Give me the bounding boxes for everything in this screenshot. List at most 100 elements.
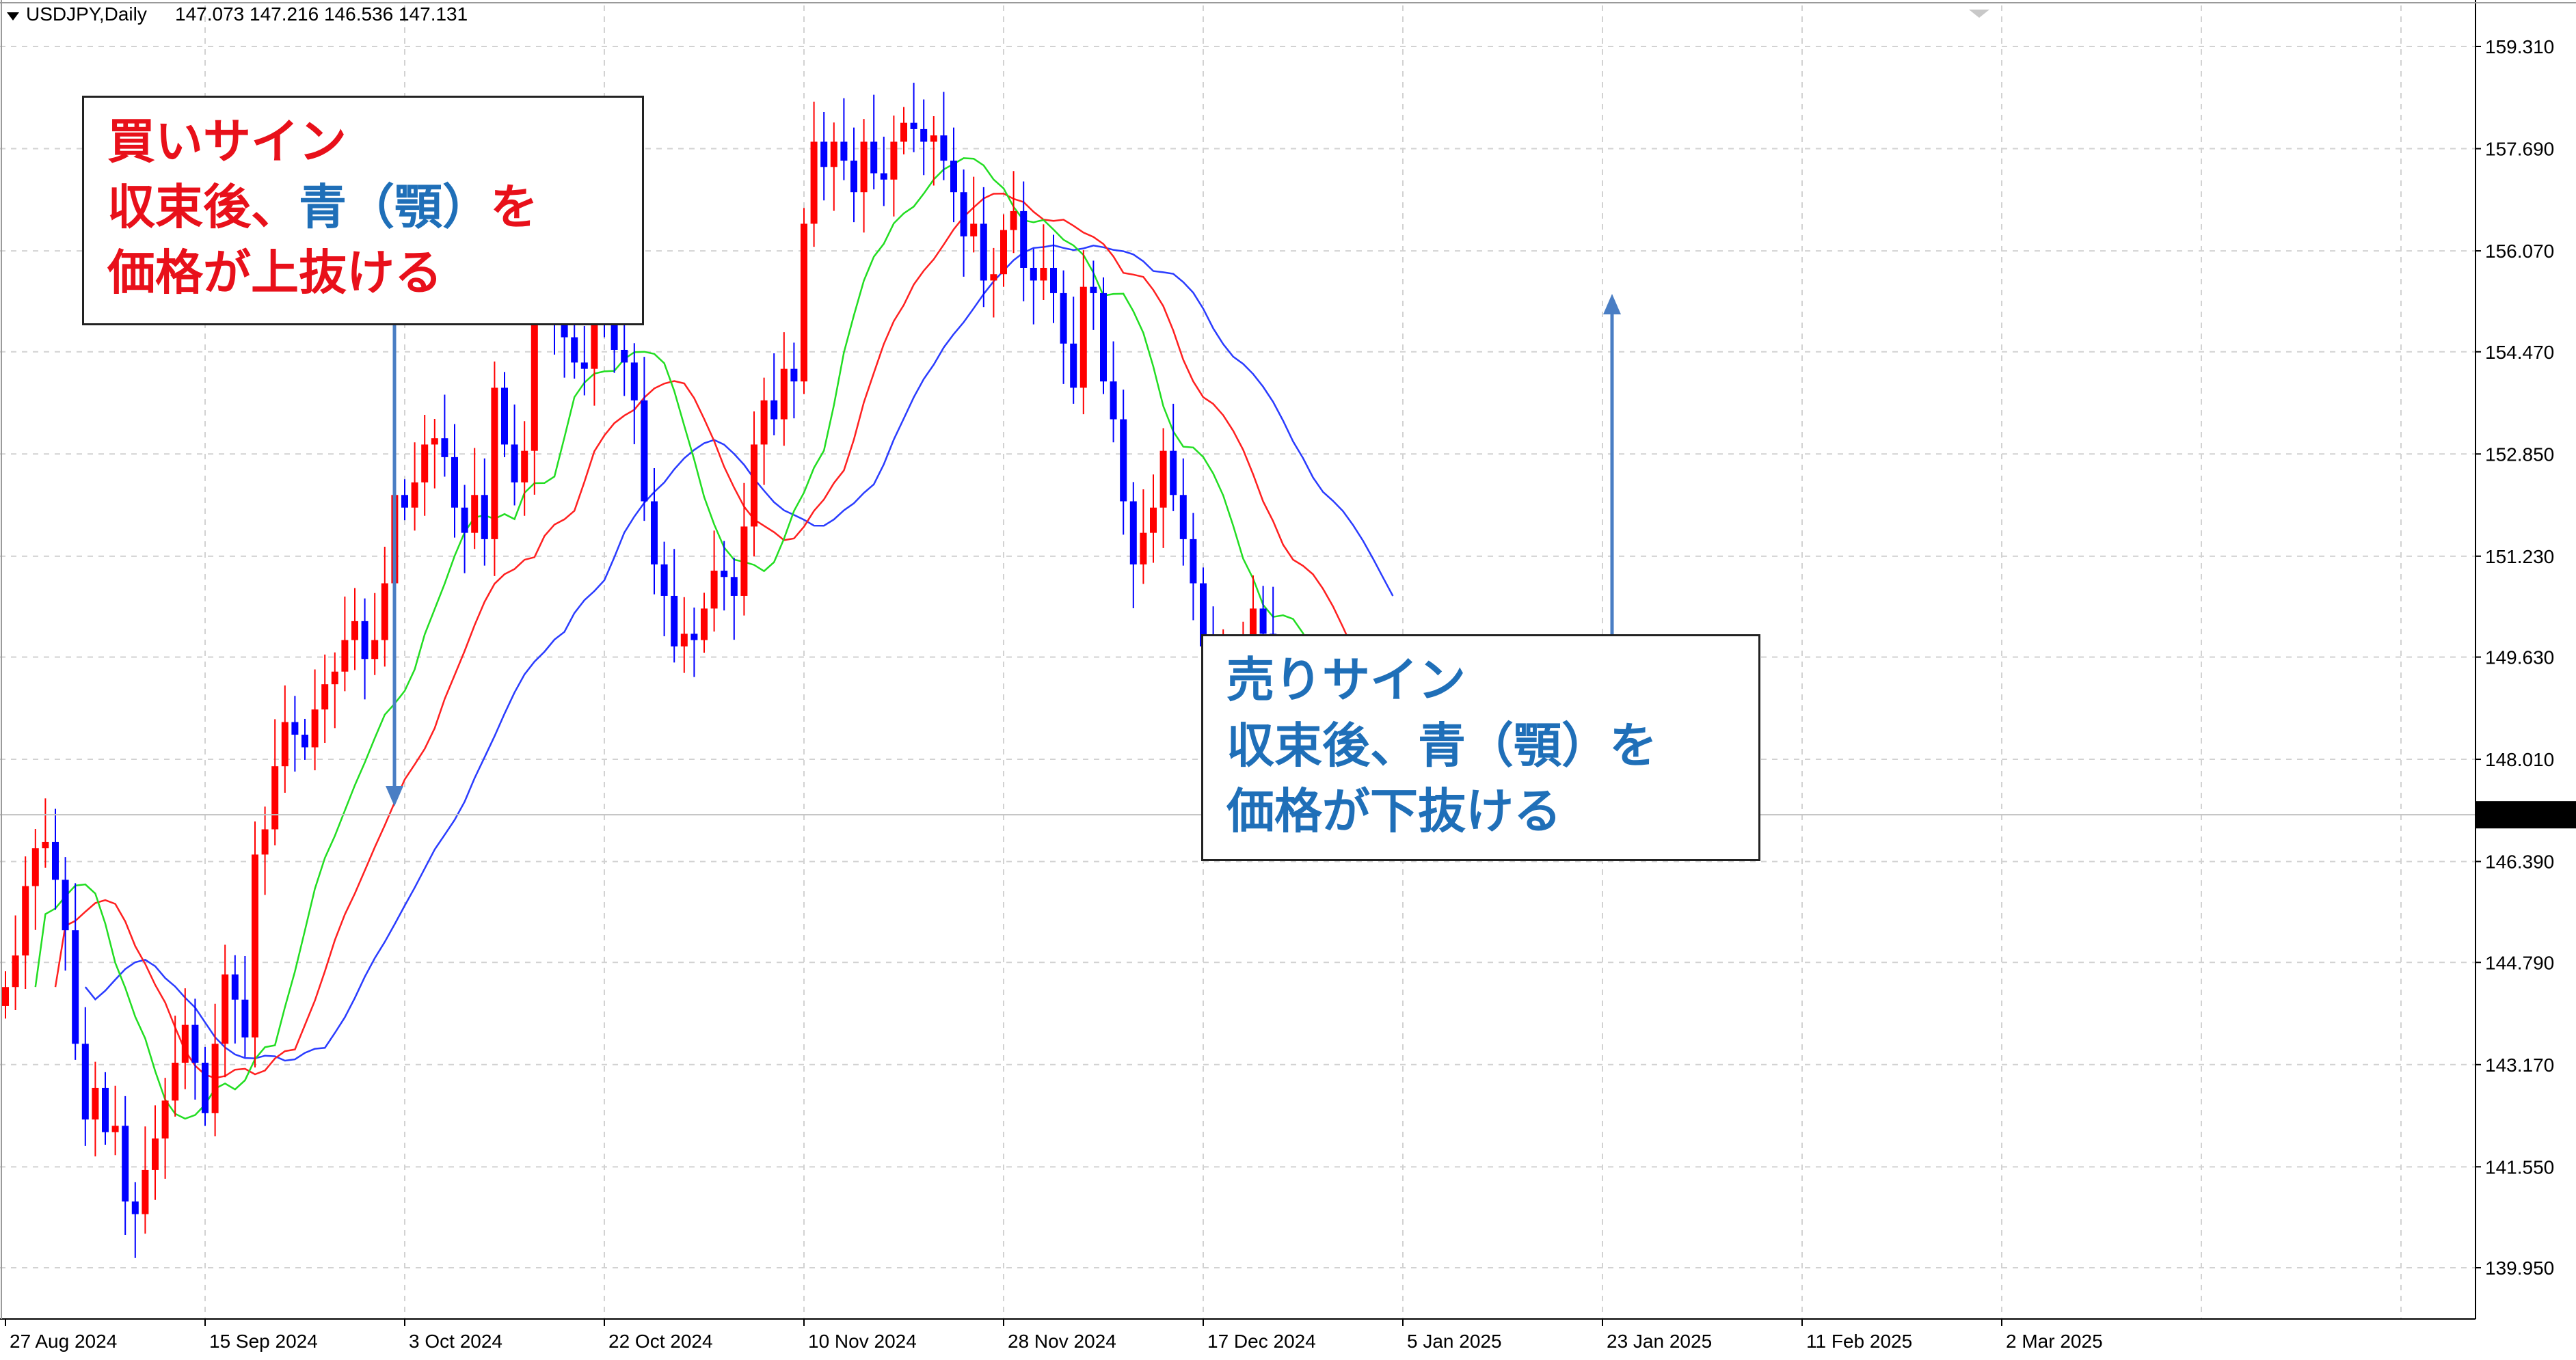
candle-body [1050,267,1057,293]
candle-body [1159,450,1167,508]
candle-body [1129,501,1137,565]
sell-callout-line1: 売りサイン [1226,652,1466,708]
candle-body [1259,608,1267,634]
candle-body [1100,293,1107,382]
candle-body [281,722,289,767]
candle-body [1070,343,1077,388]
candle-body [31,848,39,886]
candle-body [181,1024,189,1063]
candle-body [361,621,368,659]
price-tick-label: 148.010 [2485,749,2554,770]
candle-body [860,141,868,193]
candle-body [880,173,887,180]
candle-body [142,1169,149,1214]
candle-body [431,438,438,445]
candle-body [930,135,937,142]
candle-body [980,223,987,281]
candle-body [521,450,528,482]
price-tick-label: 152.850 [2485,444,2554,465]
candle-body [561,325,568,338]
candle-body [1170,450,1177,495]
time-tick-label: 11 Feb 2025 [1806,1331,1912,1352]
candle-body [1120,419,1127,502]
candle-body [920,128,928,142]
candle-body [421,444,429,482]
candle-body [611,325,618,350]
candle-body [172,1063,179,1101]
candle-body [491,387,498,539]
symbol-name: USDJPY,Daily [26,3,147,25]
candle-body [641,400,648,502]
buy-callout-line3: 価格が上抜ける [107,245,442,301]
candle-body [990,274,997,281]
candle-body [271,766,279,830]
buy-callout-line1: 買いサイン [107,113,347,169]
candle-body [311,709,319,748]
candle-body [1090,286,1097,293]
price-tick-label: 143.170 [2485,1055,2554,1076]
candle-body [42,841,49,849]
candle-body [820,141,828,167]
candle-body [960,192,967,236]
candle-body [751,444,757,527]
time-tick-label: 10 Nov 2024 [808,1331,917,1352]
buy-callout-line2-b: 青（顎） [299,179,490,235]
candle-body [131,1201,139,1214]
candle-body [351,621,358,640]
candle-body [301,735,308,748]
candle-body [111,1126,119,1132]
candle-body [1000,230,1007,275]
candle-body [701,608,708,640]
candle-body [411,482,418,508]
candle-body [511,444,518,482]
candle-body [81,1044,89,1120]
candle-body [780,368,788,420]
time-tick-label: 5 Jan 2025 [1407,1331,1502,1352]
candle-body [241,999,249,1038]
candle-body [1040,267,1047,281]
candle-body [401,495,408,508]
candle-body [1060,293,1067,344]
candle-body [92,1087,99,1120]
candle-body [840,141,848,161]
candle-body [760,400,768,445]
candle-body [22,886,29,956]
buy-signal-callout: 買いサイン 収束後、青（顎）を 価格が上抜ける [82,96,644,325]
buy-callout-line2-a: 収束後、 [107,179,299,235]
time-tick-label: 23 Jan 2025 [1607,1331,1712,1352]
price-tick-label: 159.310 [2485,36,2554,57]
candle-body [321,684,329,710]
candle-body [740,526,748,596]
candle-body [721,571,728,577]
candle-body [621,349,628,363]
candle-body [481,495,488,539]
candle-body [252,854,258,1038]
candle-body [660,564,668,596]
price-tick-label: 139.950 [2485,1257,2554,1279]
candle-body [850,161,857,193]
candle-body [451,457,458,508]
candle-body [1079,286,1087,388]
time-tick-label: 3 Oct 2024 [409,1331,502,1352]
price-tick-label: 157.690 [2485,139,2554,160]
candle-body [191,1024,199,1063]
candle-body [12,955,19,988]
price-tick-label: 144.790 [2485,952,2554,973]
time-tick-label: 2 Mar 2025 [2006,1331,2103,1352]
candle-body [890,141,898,180]
sell-callout-line3: 価格が下抜ける [1226,783,1561,839]
candle-body [471,495,479,533]
time-tick-label: 15 Sep 2024 [209,1331,318,1352]
candle-body [680,634,688,647]
candle-body [152,1138,159,1170]
candle-body [1150,507,1157,533]
candle-body [910,122,917,129]
candle-body [461,507,468,533]
sell-callout-line2: 収束後、青（顎）を [1226,718,1657,774]
candle-body [371,640,379,659]
candle-body [501,387,508,445]
time-tick-label: 28 Nov 2024 [1008,1331,1116,1352]
candle-body [1110,381,1117,420]
candle-body [1190,539,1197,584]
current-price-label: 147.131 [2480,804,2549,826]
